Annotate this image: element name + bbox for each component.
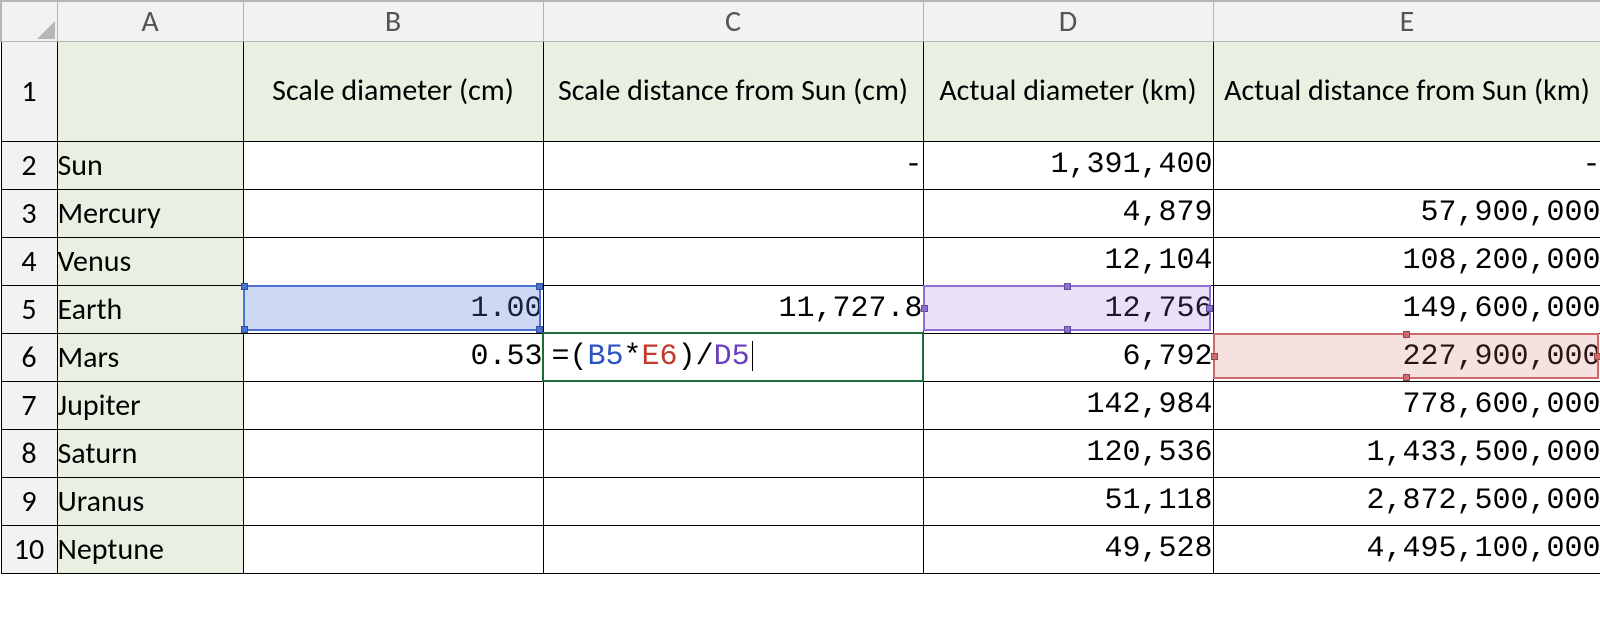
cell-B1[interactable]: Scale diameter (cm) [243,41,543,141]
cell-A8[interactable]: Saturn [57,429,243,477]
cell-C4[interactable] [543,237,923,285]
cell-E10[interactable]: 4,495,100,000 [1213,525,1600,573]
cell-D10[interactable]: 49,528 [923,525,1213,573]
row-header-8[interactable]: 8 [1,429,57,477]
cell-E6[interactable]: 227,900,000 [1213,333,1600,381]
cell-A3[interactable]: Mercury [57,189,243,237]
cell-B2[interactable] [243,141,543,189]
row-7: 7 Jupiter 142,984 778,600,000 [1,381,1600,429]
cell-D6[interactable]: 6,792 [923,333,1213,381]
cell-A2[interactable]: Sun [57,141,243,189]
cell-E2[interactable]: - [1213,141,1600,189]
cell-C2[interactable]: - [543,141,923,189]
row-1: 1 Scale diameter (cm) Scale distance fro… [1,41,1600,141]
cell-C5[interactable]: 11,727.8 [543,285,923,333]
cell-D1[interactable]: Actual diameter (km) [923,41,1213,141]
cell-E3[interactable]: 57,900,000 [1213,189,1600,237]
cell-D5[interactable]: 12,756 [923,285,1213,333]
cell-C10[interactable] [543,525,923,573]
cell-D4[interactable]: 12,104 [923,237,1213,285]
cell-D3[interactable]: 4,879 [923,189,1213,237]
cell-E5[interactable]: 149,600,000 [1213,285,1600,333]
cell-C3[interactable] [543,189,923,237]
cell-B6[interactable]: 0.53 [243,333,543,381]
cell-B7[interactable] [243,381,543,429]
row-header-1[interactable]: 1 [1,41,57,141]
cell-C9[interactable] [543,477,923,525]
row-header-7[interactable]: 7 [1,381,57,429]
cell-A6[interactable]: Mars [57,333,243,381]
cell-A10[interactable]: Neptune [57,525,243,573]
cell-C1[interactable]: Scale distance from Sun (cm) [543,41,923,141]
row-2: 2 Sun - 1,391,400 - [1,141,1600,189]
row-header-9[interactable]: 9 [1,477,57,525]
cell-A9[interactable]: Uranus [57,477,243,525]
cell-D7[interactable]: 142,984 [923,381,1213,429]
cell-B9[interactable] [243,477,543,525]
row-header-6[interactable]: 6 [1,333,57,381]
cell-C8[interactable] [543,429,923,477]
row-6: 6 Mars 0.53 =(B5*E6)/D5 6,792 227,900,00… [1,333,1600,381]
row-8: 8 Saturn 120,536 1,433,500,000 [1,429,1600,477]
cell-B5[interactable]: 1.00 [243,285,543,333]
spreadsheet-grid[interactable]: A B C D E 1 Scale diameter (cm) Scale di… [0,0,1600,574]
col-header-A[interactable]: A [57,1,243,41]
col-header-C[interactable]: C [543,1,923,41]
cell-E8[interactable]: 1,433,500,000 [1213,429,1600,477]
cell-A5[interactable]: Earth [57,285,243,333]
row-header-3[interactable]: 3 [1,189,57,237]
column-header-row: A B C D E [1,1,1600,41]
cell-C7[interactable] [543,381,923,429]
cell-A4[interactable]: Venus [57,237,243,285]
cell-E9[interactable]: 2,872,500,000 [1213,477,1600,525]
cell-B10[interactable] [243,525,543,573]
cell-D2[interactable]: 1,391,400 [923,141,1213,189]
cell-E7[interactable]: 778,600,000 [1213,381,1600,429]
col-header-B[interactable]: B [243,1,543,41]
row-header-10[interactable]: 10 [1,525,57,573]
row-3: 3 Mercury 4,879 57,900,000 [1,189,1600,237]
row-header-5[interactable]: 5 [1,285,57,333]
row-9: 9 Uranus 51,118 2,872,500,000 [1,477,1600,525]
cell-D9[interactable]: 51,118 [923,477,1213,525]
col-header-E[interactable]: E [1213,1,1600,41]
select-all-triangle-icon [37,21,55,39]
cell-D8[interactable]: 120,536 [923,429,1213,477]
row-header-4[interactable]: 4 [1,237,57,285]
row-4: 4 Venus 12,104 108,200,000 [1,237,1600,285]
cell-A1[interactable] [57,41,243,141]
row-10: 10 Neptune 49,528 4,495,100,000 [1,525,1600,573]
row-5: 5 Earth 1.00 11,727.8 12,756 149,600,000 [1,285,1600,333]
cell-A7[interactable]: Jupiter [57,381,243,429]
cell-E1[interactable]: Actual distance from Sun (km) [1213,41,1600,141]
cell-B4[interactable] [243,237,543,285]
row-header-2[interactable]: 2 [1,141,57,189]
col-header-D[interactable]: D [923,1,1213,41]
cell-B8[interactable] [243,429,543,477]
cell-E4[interactable]: 108,200,000 [1213,237,1600,285]
cell-C6-active-formula[interactable]: =(B5*E6)/D5 [543,333,923,381]
cell-B3[interactable] [243,189,543,237]
select-all-corner[interactable] [1,1,57,41]
